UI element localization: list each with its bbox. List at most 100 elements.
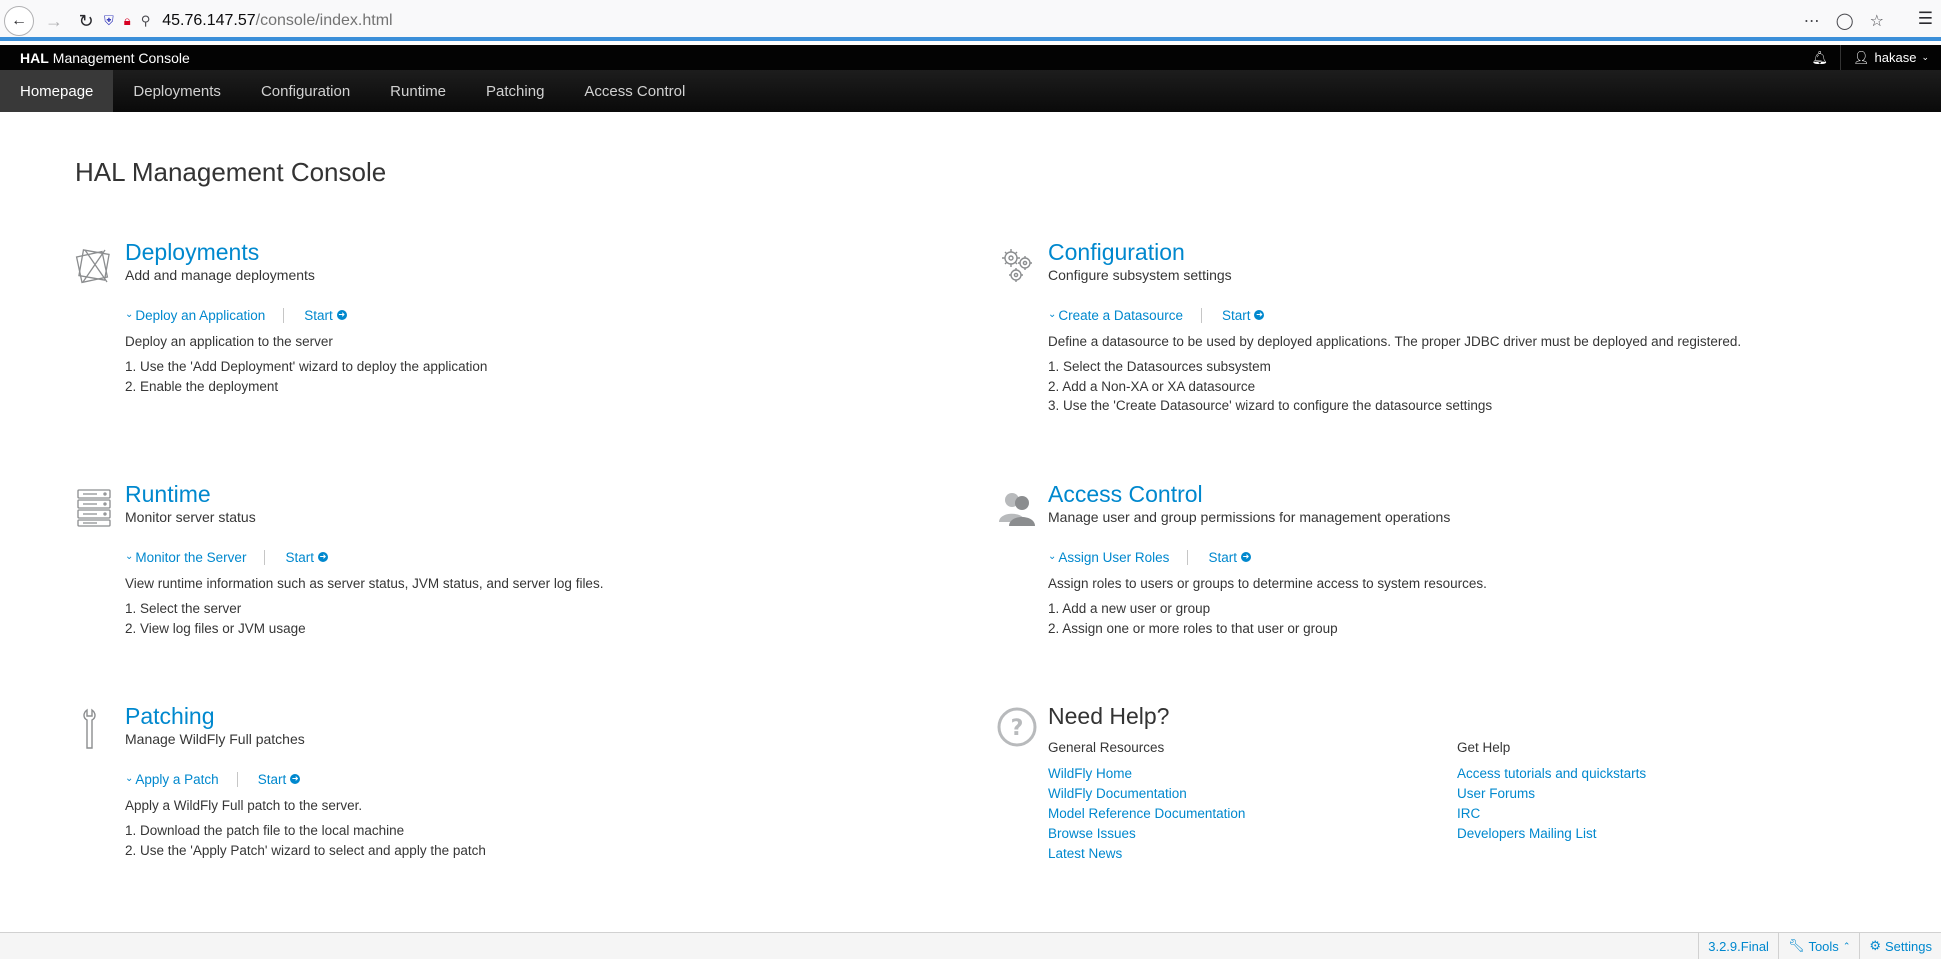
step-item: 1. Select the Datasources subsystem <box>1048 359 1271 374</box>
forward-button[interactable]: → <box>39 6 69 36</box>
pocket-icon[interactable]: ◯ <box>1836 11 1854 31</box>
toggle-label: Create a Datasource <box>1058 307 1183 323</box>
notifications-button[interactable]: 🔔︎ <box>1800 45 1842 70</box>
link-user-forums[interactable]: User Forums <box>1457 784 1646 804</box>
get-help-heading: Get Help <box>1457 740 1511 755</box>
browser-toolbar: ← → ↻ ⛨ 🔒︎ ⚲ 45.76.147.57/console/index.… <box>0 0 1941 41</box>
link-wildfly-home[interactable]: WildFly Home <box>1048 764 1245 784</box>
arrow-circle-right-icon: ➜ <box>1240 552 1251 562</box>
reload-button[interactable]: ↻ <box>71 6 101 36</box>
patching-subtitle: Manage WildFly Full patches <box>125 731 305 747</box>
url-text[interactable]: 45.76.147.57/console/index.html <box>162 12 392 30</box>
shield-icon[interactable]: ⛨ <box>104 13 114 29</box>
nav-patching[interactable]: Patching <box>466 70 564 112</box>
gears-icon <box>1002 249 1032 282</box>
back-button[interactable]: ← <box>4 6 34 36</box>
user-name: hakase <box>1874 50 1917 65</box>
settings-link[interactable]: ⚙ Settings <box>1859 933 1941 959</box>
step-item: 2. Use the 'Apply Patch' wizard to selec… <box>125 842 486 858</box>
link-wildfly-documentation[interactable]: WildFly Documentation <box>1048 784 1245 804</box>
version-link[interactable]: 3.2.9.Final <box>1698 933 1778 959</box>
settings-label: Settings <box>1885 938 1932 954</box>
get-help-column: Get Help Access tutorials and quickstart… <box>1457 740 1646 844</box>
chevron-down-icon: ⌄ <box>1048 308 1057 320</box>
runtime-title[interactable]: Runtime <box>125 480 965 508</box>
patching-title[interactable]: Patching <box>125 702 965 730</box>
chevron-down-icon: ⌄ <box>125 772 134 784</box>
nav-configuration[interactable]: Configuration <box>241 70 370 112</box>
assign-roles-toggle[interactable]: ⌄ Assign User Roles <box>1048 549 1189 565</box>
hamburger-menu-icon[interactable]: ☰ <box>1918 9 1933 29</box>
insecure-lock-icon[interactable]: 🔒︎ <box>124 13 131 29</box>
step-item: 1. Download the patch file to the local … <box>125 823 405 838</box>
more-actions-icon[interactable]: ⋯ <box>1804 11 1820 31</box>
hal-header: HAL Management Console 🔔︎ 👤︎ hakase ⌄ <box>0 45 1941 70</box>
runtime-steps: 1. Select the server 2. View log files o… <box>125 599 965 638</box>
step-item: 1. Use the 'Add Deployment' wizard to de… <box>125 359 488 374</box>
configuration-start-link[interactable]: Start ➜ <box>1202 308 1265 323</box>
deployments-icon <box>75 249 110 284</box>
link-model-reference[interactable]: Model Reference Documentation <box>1048 804 1245 824</box>
wrench-icon <box>83 708 96 749</box>
user-icon: 👤︎ <box>1853 49 1870 65</box>
apply-patch-toggle[interactable]: ⌄ Apply a Patch <box>125 771 238 787</box>
user-menu[interactable]: 👤︎ hakase ⌄ <box>1841 50 1929 66</box>
arrow-circle-right-icon: ➜ <box>1254 310 1265 320</box>
link-irc[interactable]: IRC <box>1457 804 1646 824</box>
toggle-label: Deploy an Application <box>135 307 266 323</box>
deployments-title[interactable]: Deployments <box>125 238 965 266</box>
tools-menu[interactable]: 🔧︎ Tools ⌃ <box>1777 933 1859 959</box>
runtime-subtitle: Monitor server status <box>125 509 256 525</box>
question-circle-icon: ? <box>997 707 1037 747</box>
deployments-subtitle: Add and manage deployments <box>125 267 315 283</box>
link-tutorials[interactable]: Access tutorials and quickstarts <box>1457 764 1646 784</box>
arrow-left-icon: ← <box>11 12 27 29</box>
server-icon <box>77 489 111 527</box>
deployments-steps: 1. Use the 'Add Deployment' wizard to de… <box>125 357 965 396</box>
nav-homepage[interactable]: Homepage <box>0 70 114 112</box>
toggle-label: Monitor the Server <box>135 549 247 565</box>
nav-runtime[interactable]: Runtime <box>370 70 466 112</box>
svg-text:?: ? <box>1011 716 1024 741</box>
step-item: 2. View log files or JVM usage <box>125 620 306 636</box>
chevron-down-icon: ⌄ <box>1048 550 1057 562</box>
chevron-down-icon: ⌄ <box>1921 52 1929 62</box>
arrow-circle-right-icon: ➜ <box>317 552 328 562</box>
link-mailing-list[interactable]: Developers Mailing List <box>1457 824 1646 844</box>
link-browse-issues[interactable]: Browse Issues <box>1048 824 1245 844</box>
footer: 3.2.9.Final 🔧︎ Tools ⌃ ⚙ Settings <box>0 932 1941 959</box>
step-item: 2. Enable the deployment <box>125 378 279 394</box>
key-icon[interactable]: ⚲ <box>141 13 151 29</box>
access-control-start-link[interactable]: Start ➜ <box>1188 550 1251 565</box>
start-label: Start <box>285 549 314 565</box>
chevron-down-icon: ⌄ <box>125 308 134 320</box>
bookmark-star-icon[interactable]: ☆ <box>1870 11 1884 31</box>
need-help-title: Need Help? <box>1048 703 1170 729</box>
arrow-right-icon: → <box>45 10 63 31</box>
deploy-application-toggle[interactable]: ⌄ Deploy an Application <box>125 307 285 323</box>
step-item: 2. Assign one or more roles to that user… <box>1048 620 1338 636</box>
bell-icon: 🔔︎ <box>1811 49 1829 65</box>
nav-access-control[interactable]: Access Control <box>564 70 705 112</box>
address-bar[interactable]: ⛨ 🔒︎ ⚲ 45.76.147.57/console/index.html ⋯… <box>104 6 1884 36</box>
runtime-start-link[interactable]: Start ➜ <box>265 550 328 565</box>
patching-start-link[interactable]: Start ➜ <box>238 772 301 787</box>
general-resources-column: General Resources WildFly Home WildFly D… <box>1048 740 1245 864</box>
runtime-description: View runtime information such as server … <box>125 576 604 591</box>
access-control-title[interactable]: Access Control <box>1048 480 1888 508</box>
configuration-title[interactable]: Configuration <box>1048 238 1888 266</box>
nav-deployments[interactable]: Deployments <box>113 70 241 112</box>
create-datasource-toggle[interactable]: ⌄ Create a Datasource <box>1048 307 1202 323</box>
main-nav: Homepage Deployments Configuration Runti… <box>0 70 1941 112</box>
access-control-steps: 1. Add a new user or group 2. Assign one… <box>1048 599 1888 638</box>
monitor-server-toggle[interactable]: ⌄ Monitor the Server <box>125 549 266 565</box>
link-latest-news[interactable]: Latest News <box>1048 844 1245 864</box>
general-resources-heading: General Resources <box>1048 740 1165 755</box>
deployments-start-link[interactable]: Start ➜ <box>284 308 347 323</box>
url-path: /console/index.html <box>255 12 393 29</box>
arrow-circle-right-icon: ➜ <box>290 774 301 784</box>
wrench-icon: 🔧︎ <box>1787 938 1805 953</box>
deployments-description: Deploy an application to the server <box>125 334 333 349</box>
start-label: Start <box>257 771 287 787</box>
toggle-label: Assign User Roles <box>1058 549 1170 565</box>
